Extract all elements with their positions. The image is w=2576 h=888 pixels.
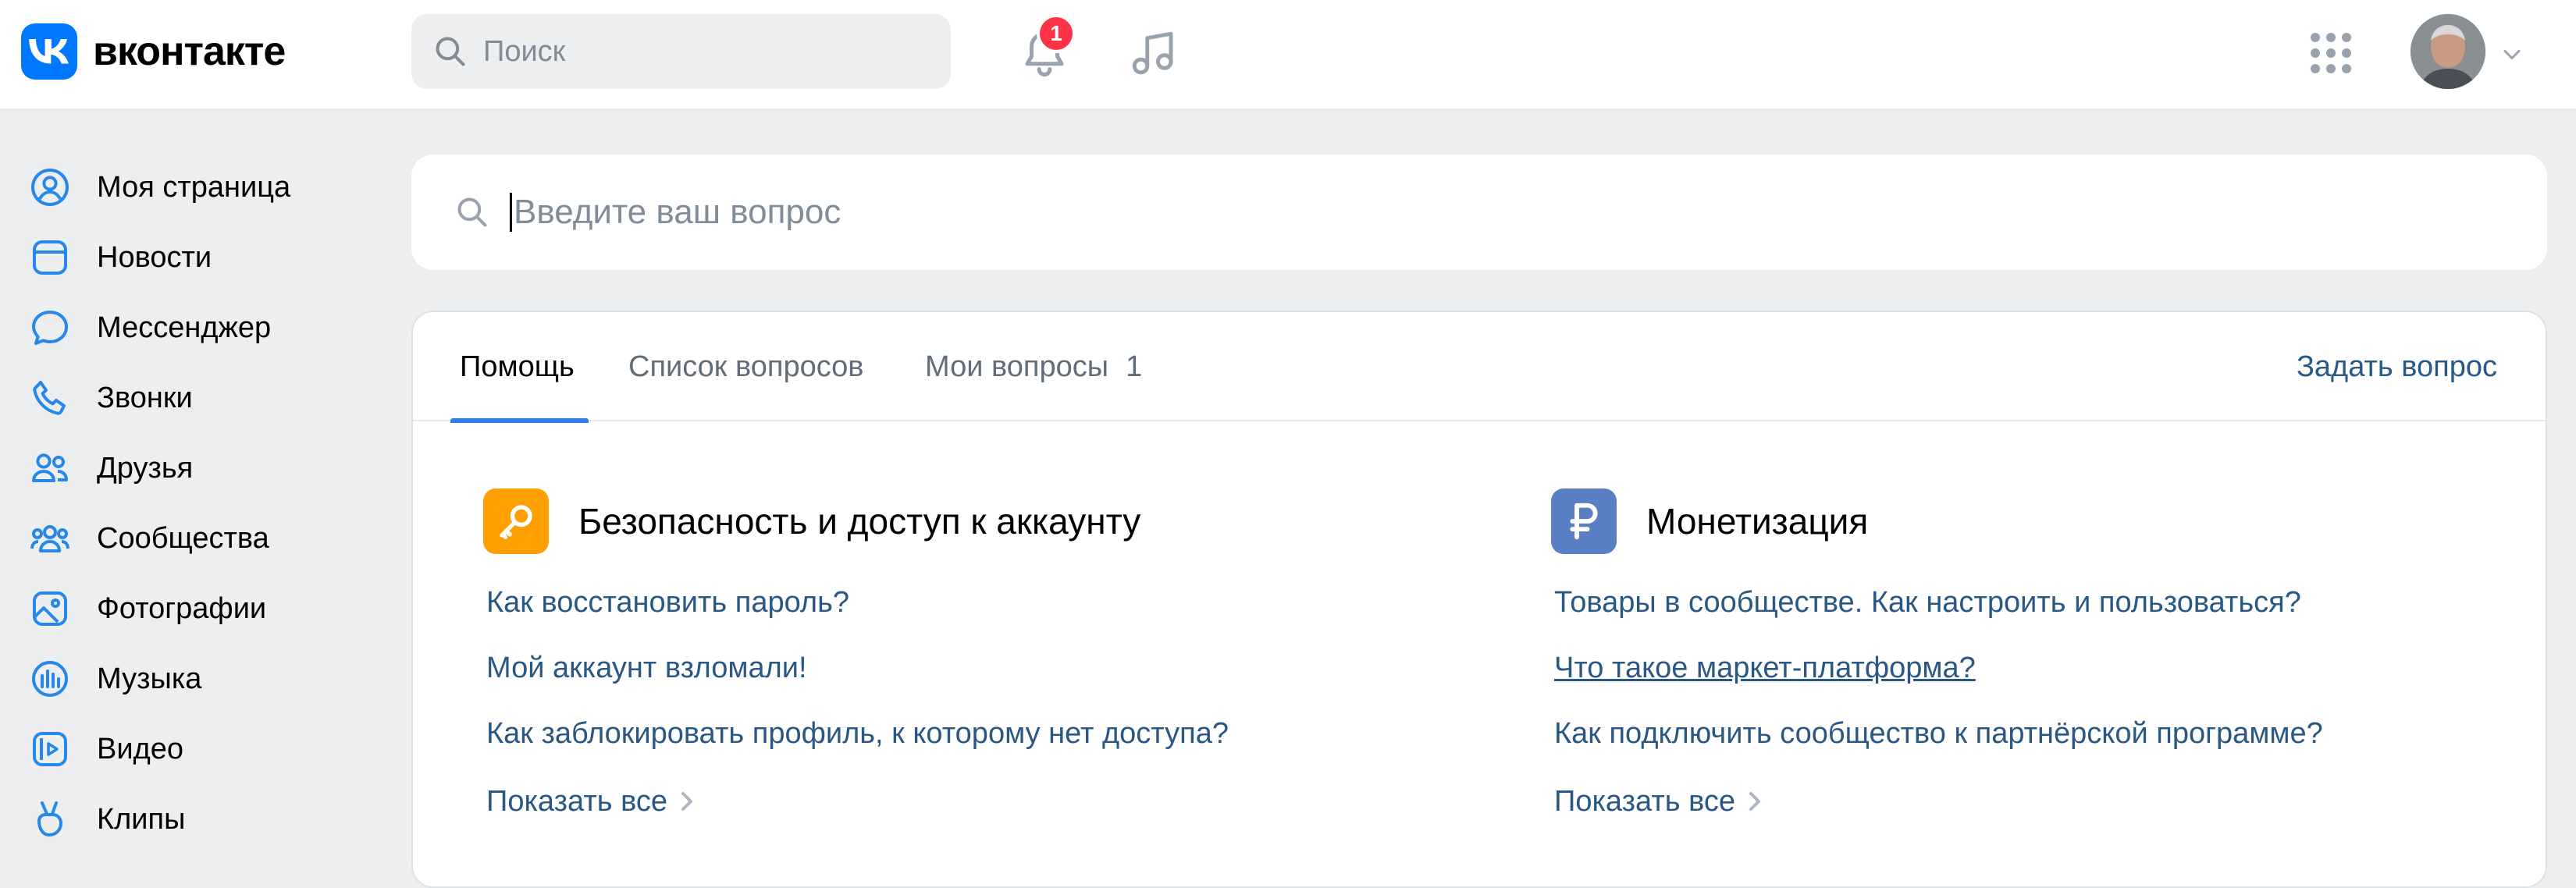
sidebar-item-my-page[interactable]: Моя страница bbox=[0, 152, 390, 222]
section-title: Безопасность и доступ к аккаунту bbox=[578, 501, 1141, 542]
help-tabs: Помощь Список вопросов Мои вопросы 1 Зад… bbox=[413, 312, 2546, 423]
sidebar-item-label: Моя страница bbox=[97, 170, 291, 204]
sidebar-item-news[interactable]: Новости bbox=[0, 222, 390, 293]
notifications-badge: 1 bbox=[1037, 14, 1076, 53]
message-icon bbox=[32, 311, 68, 345]
show-all-label: Показать все bbox=[486, 784, 667, 818]
sidebar-item-label: Видео bbox=[97, 732, 184, 765]
tab-label: Помощь bbox=[460, 350, 575, 383]
top-header: вконтакте 1 bbox=[0, 0, 2576, 110]
phone-icon bbox=[33, 381, 66, 415]
ask-question-link[interactable]: Задать вопрос bbox=[2297, 312, 2497, 421]
help-link[interactable]: Товары в сообществе. Как настроить и пол… bbox=[1551, 570, 2323, 635]
show-all-link[interactable]: Показать все bbox=[1551, 766, 2323, 836]
clips-icon bbox=[37, 801, 63, 837]
tab-label: Мои вопросы bbox=[925, 350, 1109, 383]
friends-icon bbox=[32, 453, 68, 482]
question-search-box[interactable] bbox=[411, 155, 2547, 270]
sidebar-item-label: Новости bbox=[97, 240, 212, 274]
sidebar-item-video[interactable]: Видео bbox=[0, 714, 390, 784]
key-icon bbox=[483, 488, 549, 554]
services-menu-button[interactable] bbox=[2293, 16, 2368, 91]
tab-my-questions[interactable]: Мои вопросы 1 bbox=[925, 312, 1142, 421]
sidebar-item-label: Друзья bbox=[97, 451, 194, 485]
sidebar-item-label: Мессенджер bbox=[97, 311, 272, 344]
logo-text: вконтакте bbox=[93, 29, 286, 74]
sidebar-item-messenger[interactable]: Мессенджер bbox=[0, 293, 390, 363]
section-header: Монетизация bbox=[1551, 488, 2323, 554]
ask-question-label: Задать вопрос bbox=[2296, 350, 2497, 383]
show-all-link[interactable]: Показать все bbox=[483, 766, 1229, 836]
sidebar-item-label: Звонки bbox=[97, 381, 193, 414]
user-circle-icon bbox=[31, 169, 69, 206]
sidebar-item-clips[interactable]: Клипы bbox=[0, 784, 390, 854]
help-link[interactable]: Как подключить сообщество к партнёрской … bbox=[1551, 701, 2323, 766]
news-icon bbox=[33, 240, 67, 275]
tab-counter: 1 bbox=[1126, 350, 1143, 383]
help-card: Помощь Список вопросов Мои вопросы 1 Зад… bbox=[411, 311, 2547, 888]
show-all-label: Показать все bbox=[1554, 784, 1735, 818]
section-header: Безопасность и доступ к аккаунту bbox=[483, 488, 1229, 554]
tab-questions-list[interactable]: Список вопросов bbox=[628, 312, 863, 421]
help-link[interactable]: Как заблокировать профиль, к которому не… bbox=[483, 701, 1229, 766]
sidebar-item-photos[interactable]: Фотографии bbox=[0, 574, 390, 644]
chevron-right-icon bbox=[1749, 792, 1760, 811]
header-search[interactable] bbox=[411, 14, 951, 89]
apps-grid-icon bbox=[2311, 33, 2351, 73]
sidebar-item-communities[interactable]: Сообщества bbox=[0, 503, 390, 574]
section-title: Монетизация bbox=[1646, 501, 1869, 542]
tab-help[interactable]: Помощь bbox=[450, 312, 589, 423]
vk-logo-icon bbox=[21, 23, 77, 80]
help-section-monetization: Монетизация Товары в сообществе. Как нас… bbox=[1551, 488, 2323, 836]
user-avatar[interactable] bbox=[2411, 14, 2485, 89]
vk-logo[interactable]: вконтакте bbox=[21, 23, 286, 80]
search-icon bbox=[436, 37, 465, 66]
question-search-input[interactable] bbox=[510, 193, 2383, 232]
help-section-security: Безопасность и доступ к аккаунту Как вос… bbox=[483, 488, 1229, 836]
sidebar-item-calls[interactable]: Звонки bbox=[0, 363, 390, 433]
communities-icon bbox=[30, 525, 69, 552]
sidebar-item-music[interactable]: Музыка bbox=[0, 644, 390, 714]
header-search-input[interactable] bbox=[483, 34, 920, 69]
chevron-right-icon bbox=[681, 792, 692, 811]
left-sidebar: Моя страница Новости Мессенджер Звонки Д… bbox=[0, 152, 390, 854]
help-link[interactable]: Что такое маркет-платформа? bbox=[1551, 635, 2323, 701]
sidebar-item-label: Клипы bbox=[97, 802, 186, 836]
help-link[interactable]: Мой аккаунт взломали! bbox=[483, 635, 1229, 701]
tab-label: Список вопросов bbox=[628, 350, 864, 383]
music-player-button[interactable] bbox=[1116, 16, 1191, 91]
music-bars-icon bbox=[32, 661, 68, 697]
sidebar-item-label: Сообщества bbox=[97, 521, 269, 555]
photo-icon bbox=[33, 591, 67, 626]
ruble-icon bbox=[1551, 488, 1617, 554]
search-icon bbox=[457, 197, 487, 227]
sidebar-item-label: Музыка bbox=[97, 662, 202, 695]
video-icon bbox=[33, 732, 67, 766]
music-note-icon bbox=[1132, 31, 1173, 75]
sidebar-item-friends[interactable]: Друзья bbox=[0, 433, 390, 503]
chevron-down-icon[interactable] bbox=[2498, 41, 2526, 69]
help-link[interactable]: Как восстановить пароль? bbox=[483, 570, 1229, 635]
sidebar-item-label: Фотографии bbox=[97, 591, 267, 625]
